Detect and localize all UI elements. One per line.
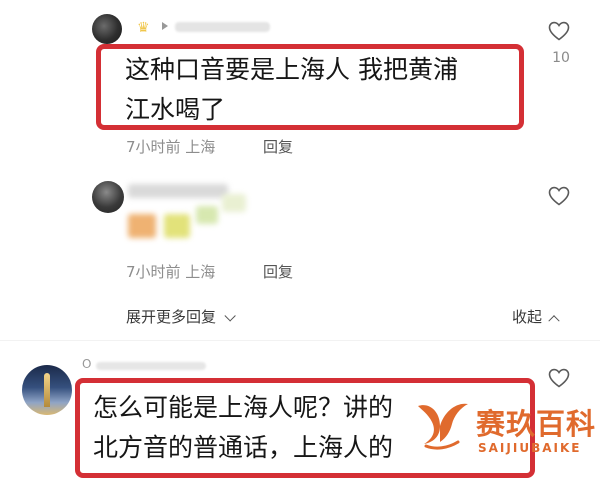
comment-line-2: 江水喝了 — [125, 95, 226, 124]
heart-icon[interactable] — [547, 19, 571, 43]
comment-line-2: 北方音的普通话，上海人的 — [93, 433, 394, 462]
username-blurred[interactable] — [96, 362, 206, 370]
comment-time-location: 7小时前 上海 — [126, 263, 216, 281]
avatar[interactable] — [92, 14, 122, 44]
username-fragment[interactable]: O — [82, 357, 91, 371]
blurred-comment-content — [126, 176, 266, 246]
blurred-emoji — [164, 214, 190, 238]
chevron-down-icon — [224, 310, 236, 322]
reply-button[interactable]: 回复 — [263, 136, 293, 157]
collapse-replies-button[interactable]: 收起 — [512, 306, 560, 327]
username-blurred[interactable] — [175, 22, 270, 32]
like-count: 10 — [552, 50, 570, 66]
crown-badge-icon: ♛ — [137, 20, 150, 36]
blurred-name — [128, 184, 228, 198]
divider — [0, 340, 600, 341]
reply-button[interactable]: 回复 — [263, 261, 293, 282]
blurred-emoji — [222, 194, 246, 212]
avatar[interactable] — [22, 365, 72, 415]
avatar[interactable] — [92, 181, 124, 213]
expand-replies-label: 展开更多回复 — [126, 308, 217, 326]
watermark-logo-icon — [410, 392, 472, 454]
blurred-emoji — [196, 206, 218, 224]
expand-replies-button[interactable]: 展开更多回复 — [126, 306, 236, 327]
comment-text: 这种口音要是上海人 我把黄浦 江水喝了 — [125, 50, 515, 130]
chevron-up-icon — [548, 315, 560, 327]
comment-time-location: 7小时前 上海 — [126, 138, 216, 156]
heart-icon[interactable] — [547, 184, 571, 208]
play-triangle-icon — [162, 22, 168, 30]
comment-text: 怎么可能是上海人呢？讲的 北方音的普通话，上海人的 — [93, 388, 433, 468]
collapse-replies-label: 收起 — [512, 308, 543, 326]
comment-line-1: 这种口音要是上海人 我把黄浦 — [125, 55, 458, 84]
comment-line-1: 怎么可能是上海人呢？讲的 — [93, 393, 394, 422]
watermark-title: 赛玖百科 — [476, 407, 597, 441]
blurred-emoji — [128, 214, 156, 238]
heart-icon[interactable] — [547, 366, 571, 390]
watermark-subtitle: SAIJIUBAIKE — [478, 441, 582, 455]
